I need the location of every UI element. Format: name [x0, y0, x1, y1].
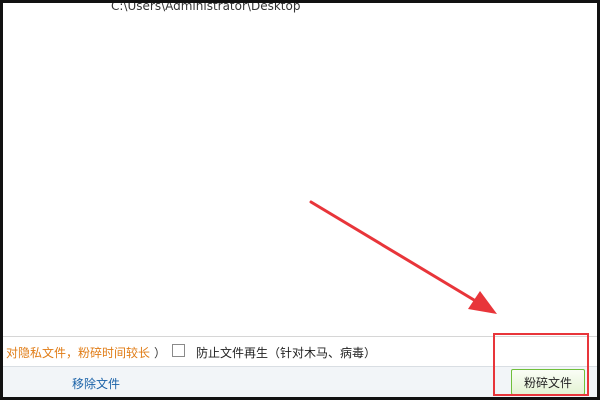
private-file-note-close: ） — [154, 346, 167, 360]
file-list-area[interactable]: C:\Users\Administrator\Desktop — [3, 0, 597, 336]
private-file-note: 对隐私文件，粉碎时间较长 — [6, 346, 151, 360]
file-path-item[interactable]: C:\Users\Administrator\Desktop — [111, 0, 300, 13]
shredder-window: C:\Users\Administrator\Desktop 对隐私文件，粉碎时… — [0, 0, 600, 400]
prevent-regen-checkbox[interactable] — [172, 344, 185, 357]
remove-files-link[interactable]: 移除文件 — [72, 375, 120, 392]
shred-files-button[interactable]: 粉碎文件 — [511, 369, 585, 395]
options-bar: 对隐私文件，粉碎时间较长 ） 防止文件再生（针对木马、病毒） — [3, 336, 597, 367]
bottom-bar: 移除文件 粉碎文件 — [3, 366, 597, 398]
prevent-regen-label[interactable]: 防止文件再生（针对木马、病毒） — [196, 344, 376, 361]
